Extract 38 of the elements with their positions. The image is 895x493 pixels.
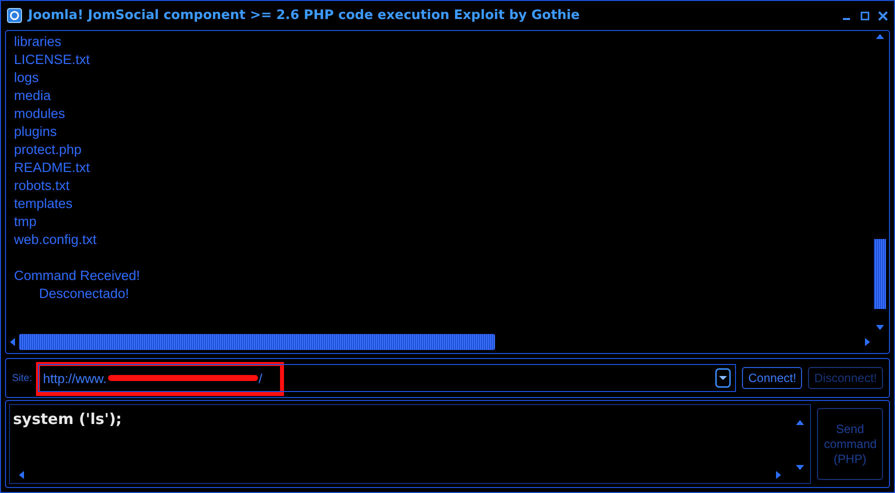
- output-line: logs: [14, 69, 39, 87]
- output-line: plugins: [14, 123, 57, 141]
- output-line: web.config.txt: [14, 231, 97, 249]
- app-icon: [7, 8, 22, 23]
- down-arrow-icon[interactable]: [796, 465, 804, 471]
- dropdown-icon[interactable]: [715, 368, 732, 388]
- vertical-scrollbar[interactable]: [874, 33, 886, 331]
- output-line: protect.php: [14, 141, 82, 159]
- right-arrow-icon[interactable]: [776, 471, 782, 479]
- scrollbar-thumb[interactable]: [19, 334, 495, 350]
- site-field[interactable]: http://www. /: [38, 364, 736, 392]
- output-line: media: [14, 87, 51, 105]
- close-icon[interactable]: [878, 10, 888, 20]
- output-line: modules: [14, 105, 66, 123]
- down-arrow-icon[interactable]: [876, 325, 884, 331]
- up-arrow-icon[interactable]: [796, 419, 804, 425]
- output-line: libraries: [14, 33, 62, 51]
- horizontal-scrollbar[interactable]: [9, 334, 871, 350]
- site-label: Site:: [12, 372, 32, 384]
- window-title: Joomla! JomSocial component >= 2.6 PHP code execution Exploit by Gothie: [28, 8, 580, 23]
- action-button[interactable]: Connect!: [742, 367, 802, 389]
- output-line: LICENSE.txt: [14, 51, 90, 69]
- maximize-icon[interactable]: [860, 10, 870, 20]
- output-line: robots.txt: [14, 177, 70, 195]
- url-end: /: [258, 370, 262, 386]
- command-text: system ('ls');: [13, 410, 122, 428]
- url-start: http://www.: [43, 370, 107, 386]
- output-line: templates: [14, 195, 73, 213]
- scrollbar-thumb[interactable]: [874, 239, 886, 309]
- output-line: Desconectado!: [39, 285, 130, 303]
- output-line: Command Received!: [14, 267, 140, 285]
- output-line: README.txt: [14, 159, 90, 177]
- command-field[interactable]: system ('ls');: [9, 404, 811, 484]
- up-arrow-icon[interactable]: [876, 33, 884, 39]
- left-arrow-icon[interactable]: [9, 338, 15, 346]
- output-line: tmp: [14, 213, 37, 231]
- right-arrow-icon[interactable]: [865, 338, 871, 346]
- left-arrow-icon[interactable]: [18, 471, 24, 479]
